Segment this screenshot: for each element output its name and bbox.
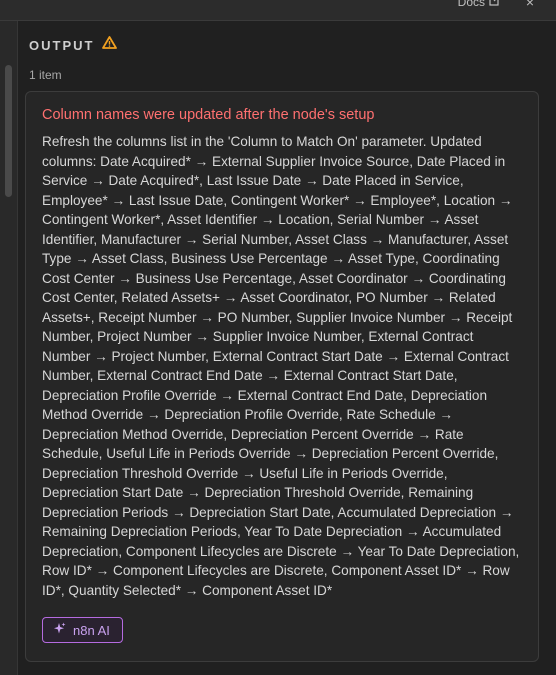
- n8n-ai-button[interactable]: n8n AI: [42, 617, 123, 643]
- close-icon[interactable]: ×: [526, 0, 534, 10]
- error-title: Column names were updated after the node…: [42, 107, 375, 123]
- sparkle-icon: [53, 622, 66, 638]
- item-count: 1 item: [29, 68, 62, 82]
- n8n-ai-label: n8n AI: [73, 622, 110, 638]
- error-card: Column names were updated after the node…: [25, 91, 539, 662]
- docs-link[interactable]: Docs: [458, 0, 500, 9]
- left-panel-edge: [0, 21, 18, 675]
- warning-triangle-icon: [102, 36, 118, 54]
- top-bar: Docs ×: [0, 0, 556, 21]
- output-title: OUTPUT: [29, 37, 95, 53]
- scrollbar-thumb[interactable]: [5, 65, 12, 197]
- external-link-icon: [489, 0, 500, 9]
- docs-label: Docs: [457, 0, 485, 9]
- output-header: OUTPUT: [29, 36, 118, 54]
- error-message: Refresh the columns list in the 'Column …: [42, 134, 520, 598]
